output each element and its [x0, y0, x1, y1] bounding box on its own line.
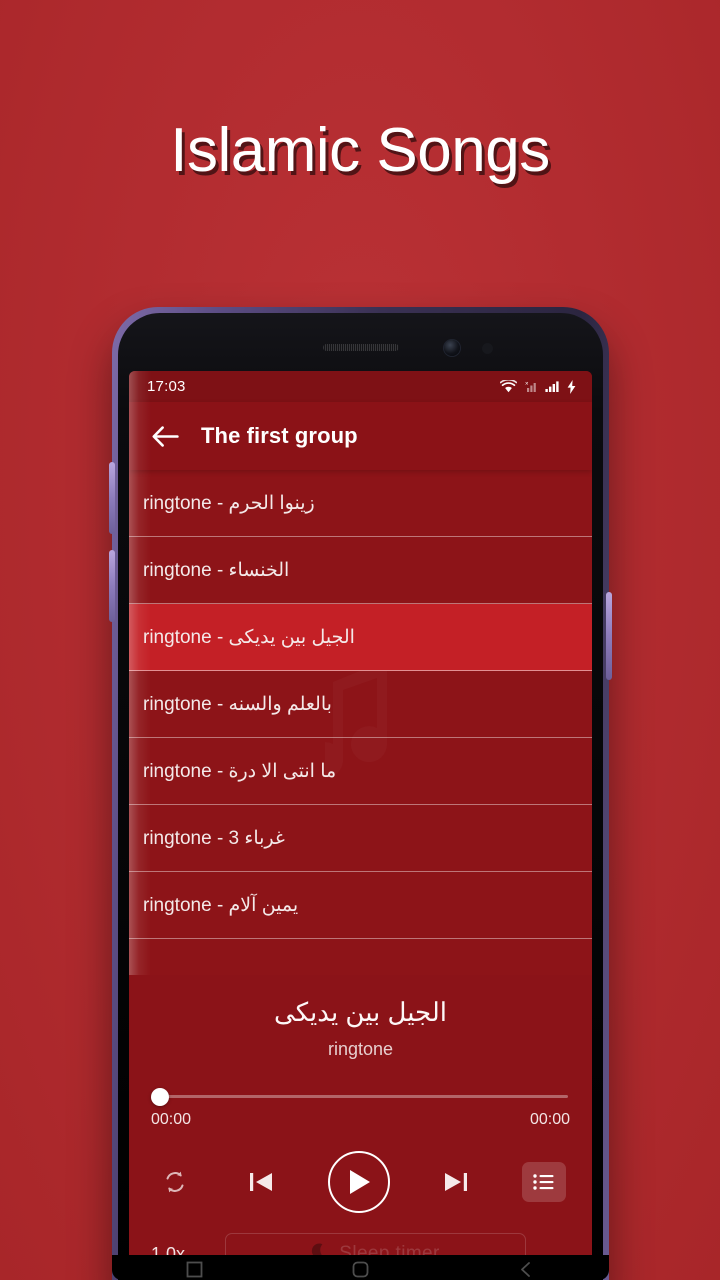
duration-time: 00:00: [529, 1111, 570, 1128]
previous-track-icon[interactable]: [240, 1161, 282, 1203]
song-title: ringtone - الخنساء: [143, 559, 290, 581]
page-title: The first group: [201, 423, 358, 448]
volume-up-button[interactable]: [109, 462, 115, 534]
play-icon[interactable]: [327, 1151, 390, 1213]
song-title: ringtone - يمين آلام: [143, 894, 299, 916]
list-item[interactable]: ringtone - ما انتى الا درة: [129, 738, 592, 805]
promo-title: Islamic Songs: [170, 116, 550, 185]
wifi-icon: [500, 380, 517, 393]
repeat-icon[interactable]: [155, 1162, 195, 1202]
svg-text:×: ×: [525, 381, 529, 387]
time-labels: 00:00 00:00: [151, 1111, 570, 1129]
app-bar: The first group: [129, 402, 592, 470]
list-item-selected[interactable]: ringtone - الجيل بين يديكى: [129, 604, 592, 671]
recents-nav-button[interactable]: [186, 1261, 203, 1280]
list-item[interactable]: ringtone - بالعلم والسنه: [129, 671, 592, 738]
song-title: ringtone - ما انتى الا درة: [143, 760, 337, 782]
front-camera: [444, 340, 460, 356]
back-nav-button[interactable]: [518, 1261, 535, 1280]
list-item[interactable]: ringtone - الخنساء: [129, 537, 592, 604]
song-title: ringtone - غرباء 3: [143, 827, 285, 849]
list-item[interactable]: ringtone - غرباء 3: [129, 805, 592, 872]
phone-screen: 17:03 × The first group ringtone - زينوا…: [129, 371, 592, 1280]
song-title: ringtone - بالعلم والسنه: [143, 693, 332, 715]
charging-bolt-icon: [567, 379, 576, 394]
seek-track: [157, 1095, 568, 1098]
list-item[interactable]: ringtone - يمين آلام: [129, 872, 592, 939]
power-button[interactable]: [606, 592, 612, 680]
next-track-icon[interactable]: [435, 1161, 477, 1203]
status-bar-clock: 17:03: [147, 378, 186, 395]
transport-controls: [151, 1151, 570, 1213]
song-title: ringtone - الجيل بين يديكى: [143, 626, 355, 648]
now-playing-title: الجيل بين يديكى: [274, 997, 447, 1027]
list-item[interactable]: ringtone - زينوا الحرم: [129, 470, 592, 537]
phone-mockup: 17:03 × The first group ringtone - زينوا…: [109, 307, 612, 1280]
back-arrow-icon[interactable]: [147, 418, 183, 454]
seek-thumb[interactable]: [151, 1088, 169, 1106]
volume-down-button[interactable]: [109, 550, 115, 622]
player-panel: الجيل بين يديكى ringtone 00:00 00:00 1.0…: [129, 975, 592, 1280]
status-bar-icons: ×: [500, 379, 576, 394]
android-nav-bar: [112, 1255, 609, 1280]
playlist-queue-icon[interactable]: [522, 1162, 566, 1202]
proximity-sensor: [482, 343, 493, 354]
status-bar: 17:03 ×: [129, 371, 592, 402]
home-nav-button[interactable]: [352, 1261, 369, 1280]
elapsed-time: 00:00: [151, 1111, 192, 1128]
cellular-signal-icon: [545, 380, 560, 393]
seek-bar[interactable]: [151, 1088, 570, 1106]
no-sim-signal-icon: ×: [524, 380, 538, 393]
earpiece-speaker: [322, 344, 399, 351]
song-title: ringtone - زينوا الحرم: [143, 492, 315, 514]
now-playing-subtitle: ringtone: [327, 1039, 394, 1059]
